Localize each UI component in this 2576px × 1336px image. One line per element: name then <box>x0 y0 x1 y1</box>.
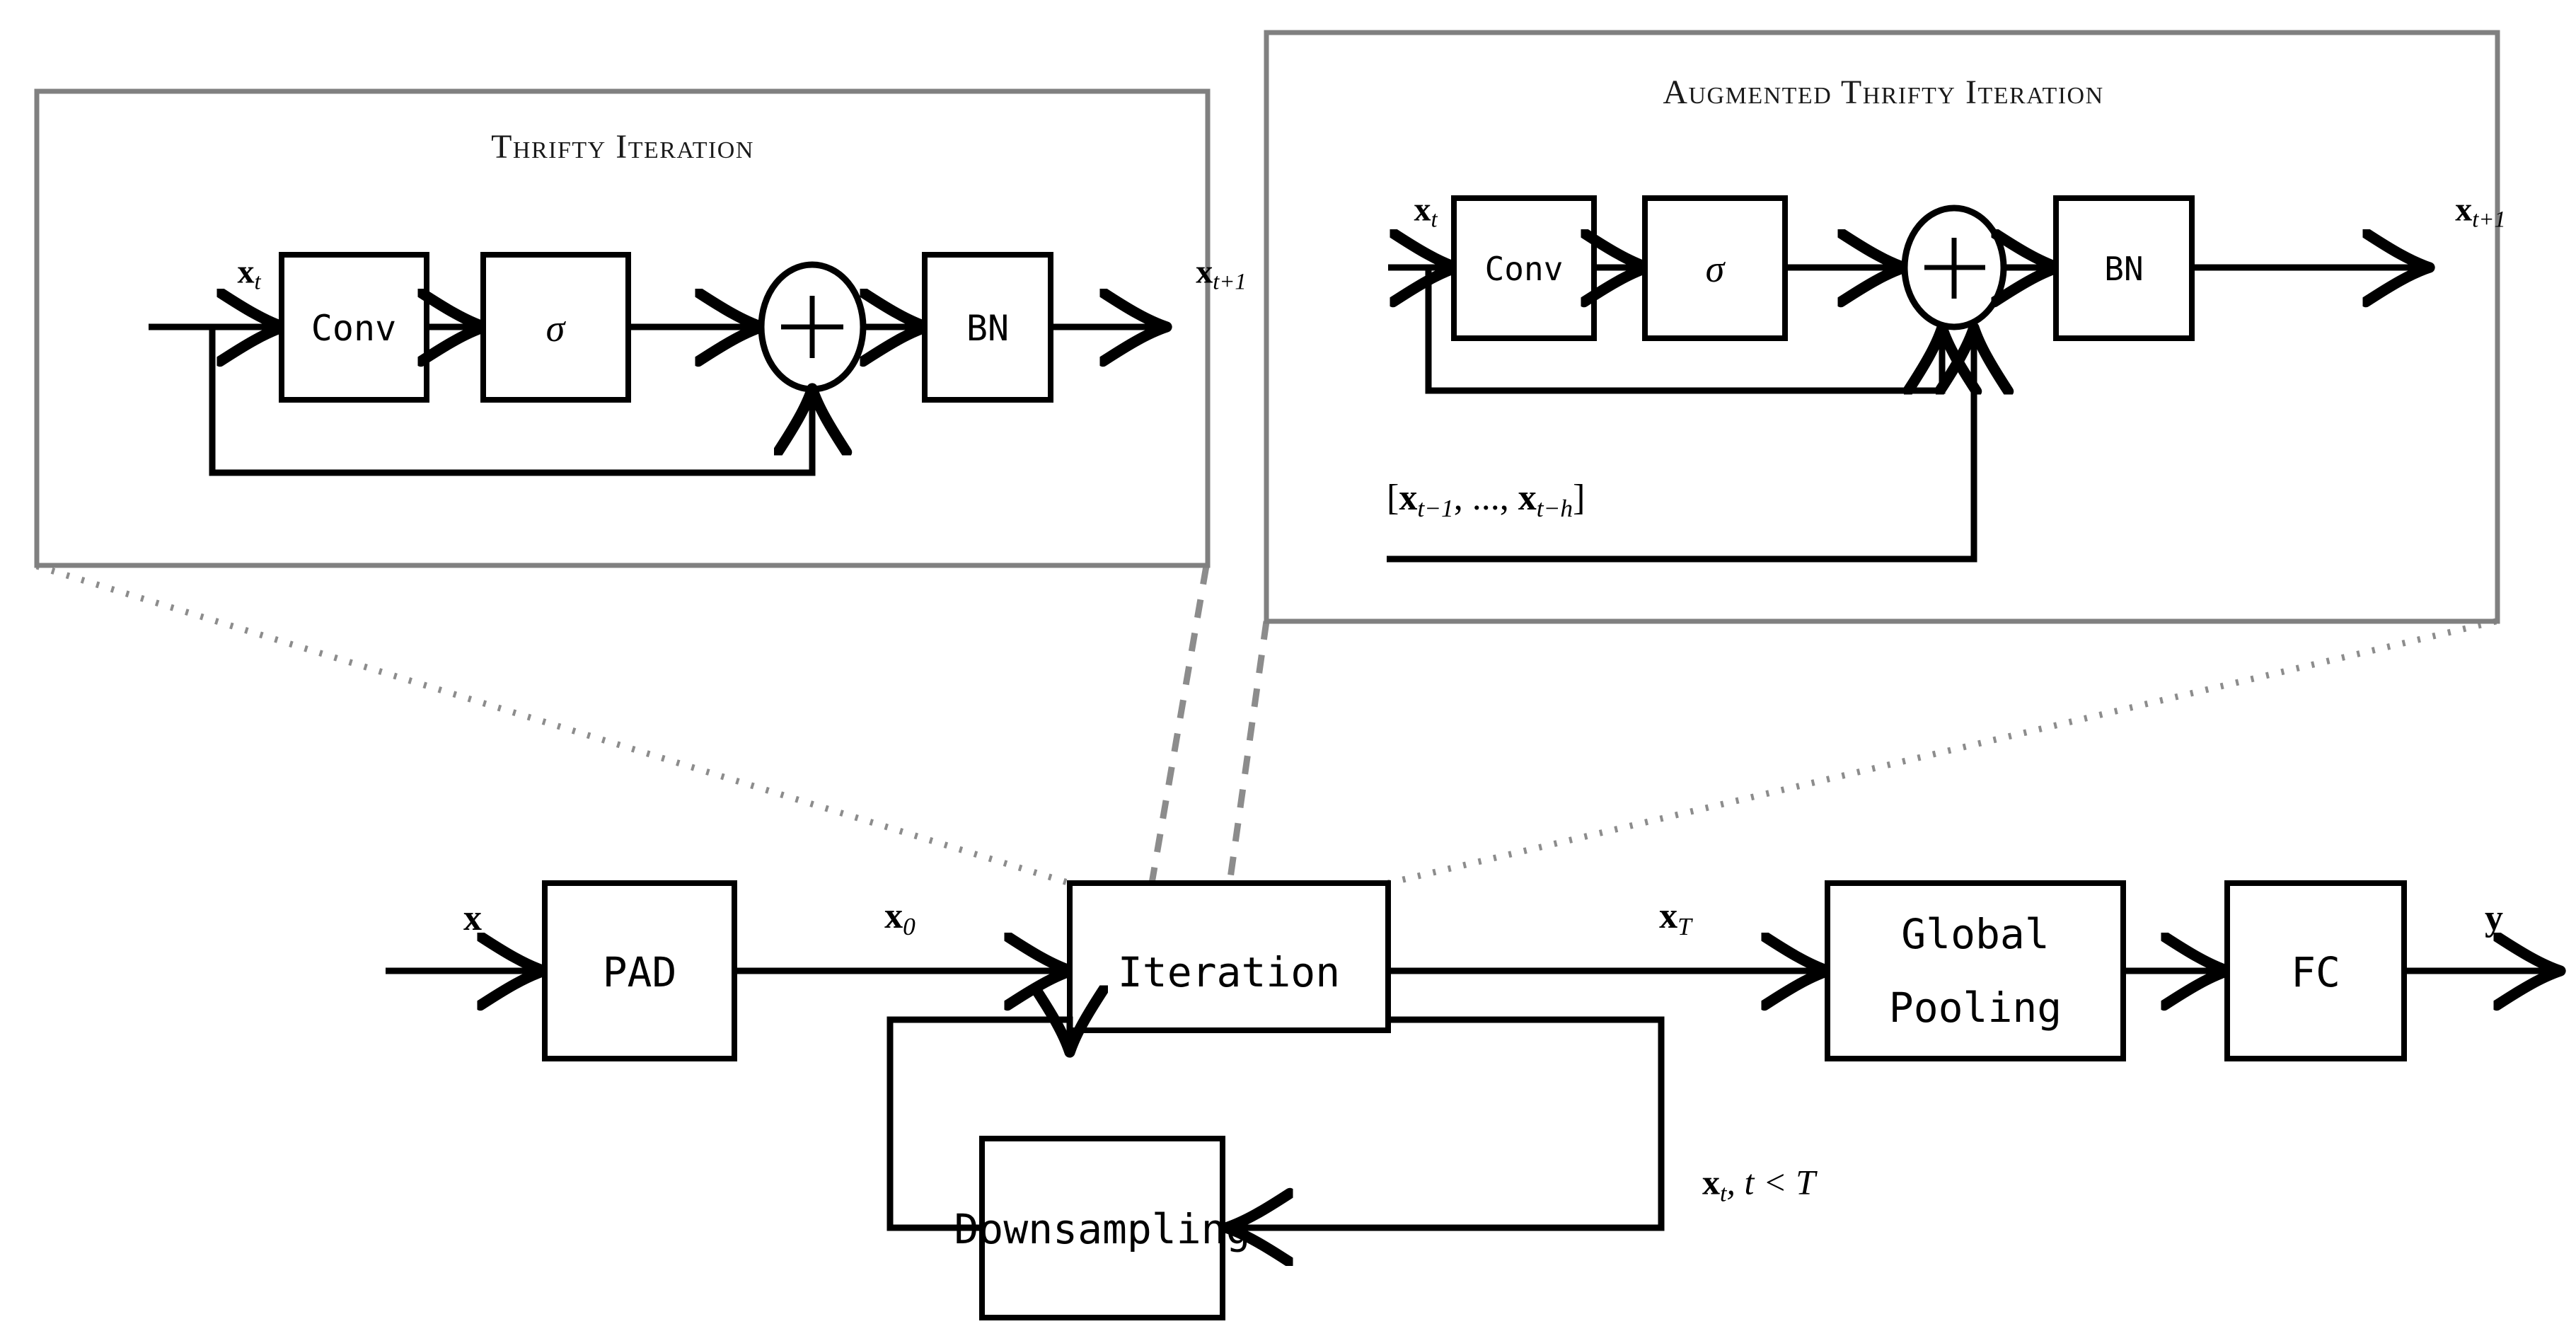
block-label-iteration: Iteration <box>1117 948 1341 996</box>
panel-title-augmented: Augmented Thrifty Iteration <box>1663 74 2104 111</box>
edge-label-aug-history: [xt−1, ..., xt−h] <box>1387 477 1586 522</box>
edge-label-main-input: x <box>463 900 482 937</box>
history-bracket-open: [ <box>1387 477 1399 518</box>
block-label-global-pooling-line1: Global <box>1901 910 2050 958</box>
edge-label-thrifty-output: xt+1 <box>1196 255 1246 294</box>
block-label-aug-conv: Conv <box>1484 250 1564 288</box>
edge-label-output-y-text: y <box>2485 898 2503 938</box>
block-label-aug-sigma: σ <box>1705 248 1725 290</box>
edge-label-feedback-x: x <box>1702 1162 1720 1202</box>
history-x2: x <box>1518 477 1537 518</box>
edge-label-x0-x: x <box>884 895 903 936</box>
panel-title-thrifty: Thrifty Iteration <box>491 128 754 166</box>
connector-thrifty-left <box>35 563 1071 887</box>
edge-label-output-y: y <box>2485 900 2503 937</box>
wire-iteration-to-downsampling <box>1232 1016 1665 1228</box>
connector-augmented-right <box>1387 618 2497 887</box>
edge-label-xT-sub: T <box>1677 911 1692 940</box>
edge-label-feedback: xt, t < T <box>1702 1165 1815 1207</box>
block-label-pad: PAD <box>602 948 677 996</box>
wire-aug-skip-history <box>1387 334 1974 563</box>
edge-label-aug-output-sub: t+1 <box>2472 207 2506 233</box>
main-flow-graph <box>386 880 2554 1320</box>
block-label-fc: FC <box>2291 948 2340 996</box>
figure-canvas: Thrifty Iteration Conv σ BN xt xt+1 Augm… <box>0 0 2576 1336</box>
edge-label-aug-input: xt <box>1414 190 1438 233</box>
edge-label-aug-input-x: x <box>1414 190 1431 229</box>
edge-label-aug-output-x: x <box>2455 190 2473 229</box>
block-label-thrifty-sigma: σ <box>545 307 565 350</box>
edge-label-xT-x: x <box>1659 895 1678 936</box>
history-sub1: t−1 <box>1417 493 1454 522</box>
block-label-thrifty-bn: BN <box>966 308 1010 349</box>
edge-label-x0-sub: 0 <box>903 911 916 940</box>
block-label-downsampling: Downsampling <box>954 1205 1251 1253</box>
history-x1: x <box>1399 477 1418 518</box>
edge-label-thrifty-input-sub: t <box>254 269 261 295</box>
edge-label-x0: x0 <box>884 895 916 940</box>
history-sub2: t−h <box>1536 493 1573 522</box>
history-bracket-close: ] <box>1573 477 1586 518</box>
edge-label-aug-output: xt+1 <box>2455 190 2506 233</box>
panel-augmented-thrifty-iteration <box>1264 30 2500 624</box>
diagram-svg <box>34 30 2576 1320</box>
edge-label-thrifty-input-x: x <box>237 253 255 291</box>
block-label-global-pooling-line2: Pooling <box>1888 984 2062 1032</box>
connector-thrifty-right <box>1148 565 1210 884</box>
edge-label-aug-input-sub: t <box>1431 207 1438 233</box>
edge-label-thrifty-output-sub: t+1 <box>1213 269 1247 295</box>
edge-label-thrifty-output-x: x <box>1196 253 1213 291</box>
edge-label-feedback-cond: , t < T <box>1726 1162 1815 1202</box>
block-label-aug-bn: BN <box>2104 250 2144 288</box>
edge-label-main-input-x: x <box>463 898 482 938</box>
history-separator: , ..., <box>1453 477 1518 518</box>
edge-label-thrifty-input: xt <box>237 255 260 294</box>
connector-augmented-left <box>1226 621 1270 884</box>
block-label-thrifty-conv: Conv <box>311 308 397 349</box>
edge-label-xT: xT <box>1659 895 1692 940</box>
